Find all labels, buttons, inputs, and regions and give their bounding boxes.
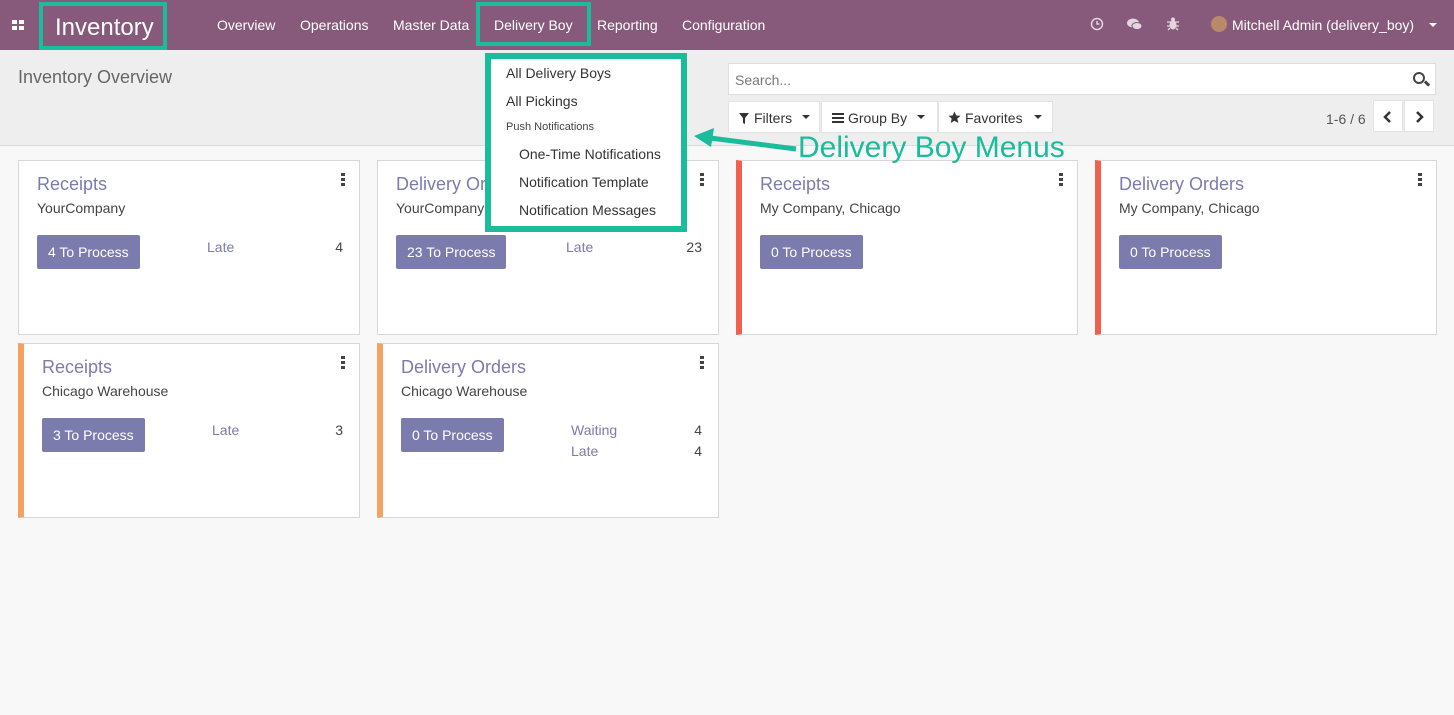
annotation-label: Delivery Boy Menus xyxy=(798,131,1065,164)
card-title[interactable]: Receipts xyxy=(37,174,107,195)
to-process-button[interactable]: 0 To Process xyxy=(760,235,863,269)
messaging-chat-icon[interactable] xyxy=(1126,17,1143,31)
pager-next-button[interactable] xyxy=(1404,100,1434,132)
picking-type-card: Receipts YourCompany 4 To Process Late 4 xyxy=(18,160,360,335)
late-link[interactable]: Late xyxy=(212,422,239,438)
user-caret-icon xyxy=(1429,23,1437,27)
nav-operations[interactable]: Operations xyxy=(300,17,368,33)
filters-caret-icon xyxy=(802,115,810,119)
debug-bug-icon[interactable] xyxy=(1166,16,1180,31)
nav-reporting[interactable]: Reporting xyxy=(597,17,658,33)
filter-funnel-icon xyxy=(739,113,749,124)
favorites-star-icon xyxy=(948,111,961,123)
picking-type-card: Delivery Orders Chicago Warehouse 0 To P… xyxy=(377,343,719,518)
to-process-button[interactable]: 3 To Process xyxy=(42,418,145,452)
card-warehouse: YourCompany xyxy=(396,200,485,216)
activity-clock-icon[interactable] xyxy=(1090,17,1104,31)
late-link[interactable]: Late xyxy=(571,443,598,459)
waiting-link[interactable]: Waiting xyxy=(571,422,617,438)
favorites-label: Favorites xyxy=(965,110,1023,126)
menu-section-push-notifications: Push Notifications xyxy=(506,121,595,133)
user-menu[interactable]: Mitchell Admin (delivery_boy) xyxy=(1232,17,1414,33)
search-icon[interactable] xyxy=(1411,70,1431,90)
favorites-button[interactable]: Favorites xyxy=(938,101,1053,133)
search-input[interactable] xyxy=(735,72,1395,88)
picking-type-card: Delivery Orders My Company, Chicago 0 To… xyxy=(1095,160,1437,335)
card-dropdown-icon[interactable] xyxy=(1418,173,1422,187)
late-count: 23 xyxy=(686,239,702,255)
waiting-count: 4 xyxy=(694,422,702,438)
card-dropdown-icon[interactable] xyxy=(700,356,704,370)
late-count: 3 xyxy=(335,422,343,438)
menu-notification-messages[interactable]: Notification Messages xyxy=(519,202,656,218)
pager-value[interactable]: 1-6 / 6 xyxy=(1326,111,1366,127)
app-name[interactable]: Inventory xyxy=(55,14,154,42)
late-link[interactable]: Late xyxy=(207,239,234,255)
nav-overview[interactable]: Overview xyxy=(217,17,275,33)
nav-master-data[interactable]: Master Data xyxy=(393,17,469,33)
card-title[interactable]: Delivery Orders xyxy=(401,357,526,378)
late-count: 4 xyxy=(694,443,702,459)
card-dropdown-icon[interactable] xyxy=(341,356,345,370)
group-by-bars-icon xyxy=(832,113,844,123)
card-dropdown-icon[interactable] xyxy=(700,173,704,187)
card-warehouse: Chicago Warehouse xyxy=(42,383,169,399)
app-name-highlight: Inventory xyxy=(39,2,167,50)
to-process-button[interactable]: 0 To Process xyxy=(1119,235,1222,269)
card-warehouse: My Company, Chicago xyxy=(1119,200,1260,216)
card-title[interactable]: Delivery Orders xyxy=(1119,174,1244,195)
card-dropdown-icon[interactable] xyxy=(341,173,345,187)
to-process-button[interactable]: 4 To Process xyxy=(37,235,140,269)
late-count: 4 xyxy=(335,239,343,255)
card-warehouse: Chicago Warehouse xyxy=(401,383,528,399)
card-warehouse: YourCompany xyxy=(37,200,126,216)
picking-type-card: Receipts My Company, Chicago 0 To Proces… xyxy=(736,160,1078,335)
chevron-right-icon xyxy=(1416,111,1424,123)
pager-previous-button[interactable] xyxy=(1373,100,1403,132)
delivery-boy-dropdown-menu: All Delivery Boys All Pickings Push Noti… xyxy=(485,53,687,232)
picking-type-card: Receipts Chicago Warehouse 3 To Process … xyxy=(18,343,360,518)
group-by-button[interactable]: Group By xyxy=(821,101,938,133)
late-link[interactable]: Late xyxy=(566,239,593,255)
group-by-label: Group By xyxy=(848,110,908,126)
nav-configuration[interactable]: Configuration xyxy=(682,17,765,33)
group-by-caret-icon xyxy=(917,115,925,119)
nav-delivery-boy[interactable]: Delivery Boy xyxy=(494,17,573,33)
apps-menu-icon[interactable] xyxy=(12,20,24,30)
card-title[interactable]: Receipts xyxy=(42,357,112,378)
menu-notification-template[interactable]: Notification Template xyxy=(519,174,649,190)
to-process-button[interactable]: 0 To Process xyxy=(401,418,504,452)
menu-one-time-notifications[interactable]: One-Time Notifications xyxy=(519,146,661,162)
filters-label: Filters xyxy=(754,110,793,126)
user-avatar[interactable] xyxy=(1211,16,1227,32)
menu-all-delivery-boys[interactable]: All Delivery Boys xyxy=(506,65,611,81)
to-process-button[interactable]: 23 To Process xyxy=(396,235,507,269)
annotation-arrow-icon xyxy=(694,128,797,152)
chevron-left-icon xyxy=(1383,111,1391,123)
top-navbar: Inventory Overview Operations Master Dat… xyxy=(0,0,1454,50)
menu-all-pickings[interactable]: All Pickings xyxy=(506,93,578,109)
card-warehouse: My Company, Chicago xyxy=(760,200,901,216)
card-title[interactable]: Receipts xyxy=(760,174,830,195)
page-title: Inventory Overview xyxy=(18,67,173,87)
favorites-caret-icon xyxy=(1034,115,1042,119)
search-bar[interactable] xyxy=(728,63,1436,95)
card-dropdown-icon[interactable] xyxy=(1059,173,1063,187)
